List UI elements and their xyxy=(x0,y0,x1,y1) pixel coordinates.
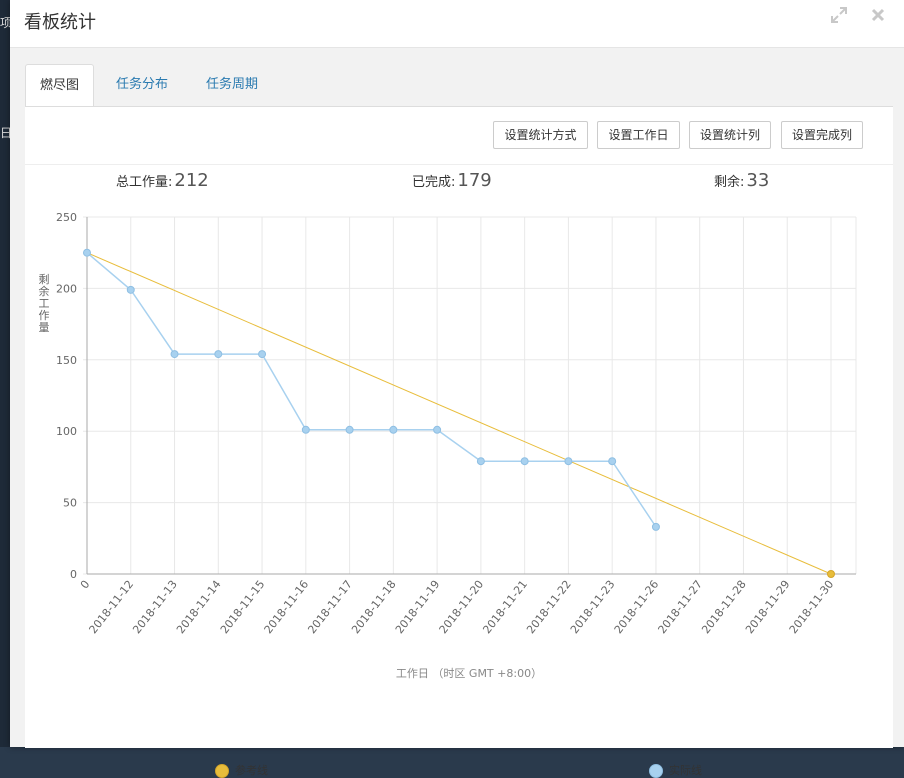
x-tick-label: 2018-11-22 xyxy=(524,578,574,636)
burndown-panel: 设置统计方式 设置工作日 设置统计列 设置完成列 总工作量: 212 已完成: 17… xyxy=(25,106,893,778)
y-axis-label: 量 xyxy=(39,321,50,334)
y-tick-label: 50 xyxy=(63,497,77,510)
x-tick-label: 2018-11-21 xyxy=(480,578,530,636)
x-tick-label: 2018-11-20 xyxy=(437,578,487,636)
actual-point xyxy=(520,457,529,466)
burndown-chart: 05010015020025002018-11-122018-11-132018… xyxy=(39,211,857,680)
x-tick-label: 0 xyxy=(78,578,93,592)
legend-label: 实际线 xyxy=(669,764,702,777)
actual-point xyxy=(345,425,354,434)
y-tick-label: 0 xyxy=(70,568,77,581)
actual-point xyxy=(301,425,310,434)
actual-point xyxy=(564,457,573,466)
expand-icon-glyph xyxy=(831,7,847,23)
x-tick-label: 2018-11-28 xyxy=(699,578,749,636)
actual-point xyxy=(170,350,179,359)
x-axis-label: 工作日 （时区 GMT +8:00） xyxy=(396,667,542,680)
tab-burndown[interactable]: 燃尽图 xyxy=(25,64,95,107)
close-icon-glyph xyxy=(871,8,885,22)
y-tick-label: 200 xyxy=(56,282,77,295)
legend-reference-line[interactable]: 参考线 xyxy=(215,762,268,778)
x-tick-label: 2018-11-19 xyxy=(393,578,443,636)
expand-icon[interactable] xyxy=(830,6,848,29)
actual-point xyxy=(83,248,91,257)
y-tick-label: 100 xyxy=(56,425,77,438)
actual-point xyxy=(433,425,442,434)
x-tick-label: 2018-11-27 xyxy=(655,578,705,636)
x-tick-label: 2018-11-12 xyxy=(87,578,137,636)
x-tick-label: 2018-11-15 xyxy=(218,578,268,636)
reference-line xyxy=(86,252,832,575)
x-tick-label: 2018-11-23 xyxy=(568,578,618,636)
modal-title: 看板统计 xyxy=(24,12,96,33)
x-tick-label: 2018-11-29 xyxy=(743,578,793,636)
modal-header: 看板统计 xyxy=(10,0,904,48)
x-tick-label: 2018-11-26 xyxy=(612,578,662,636)
y-tick-label: 250 xyxy=(56,211,77,224)
actual-point xyxy=(258,350,267,359)
actual-point xyxy=(476,457,485,466)
actual-point xyxy=(126,285,135,294)
y-tick-label: 150 xyxy=(56,354,77,367)
actual-point xyxy=(389,425,398,434)
actual-line xyxy=(86,252,657,528)
kanban-stats-modal: 看板统计 燃尽图 任务分布 任务周期 设置统计方式 设置工作日 设置统计列 设置… xyxy=(10,0,904,778)
legend-actual-line[interactable]: 实际线 xyxy=(649,762,702,778)
modal-body: 燃尽图 任务分布 任务周期 设置统计方式 设置工作日 设置统计列 设置完成列 总… xyxy=(10,48,904,778)
x-tick-label: 2018-11-17 xyxy=(305,578,355,636)
legend-label: 参考线 xyxy=(235,764,268,777)
x-tick-label: 2018-11-18 xyxy=(349,578,399,636)
x-tick-label: 2018-11-13 xyxy=(130,578,180,636)
x-tick-label: 2018-11-30 xyxy=(787,578,837,636)
x-tick-label: 2018-11-16 xyxy=(262,578,312,636)
tab-task-distribution[interactable]: 任务分布 xyxy=(116,64,168,105)
reference-point xyxy=(827,570,835,578)
y-axis-label: 余 xyxy=(39,284,50,298)
actual-point xyxy=(608,457,617,466)
tab-task-cycle[interactable]: 任务周期 xyxy=(206,64,258,105)
legend-dot xyxy=(649,764,663,778)
close-icon[interactable] xyxy=(870,6,886,29)
legend-dot xyxy=(215,764,229,778)
x-tick-label: 2018-11-14 xyxy=(174,578,224,636)
actual-point xyxy=(651,522,660,531)
actual-point xyxy=(214,350,223,359)
